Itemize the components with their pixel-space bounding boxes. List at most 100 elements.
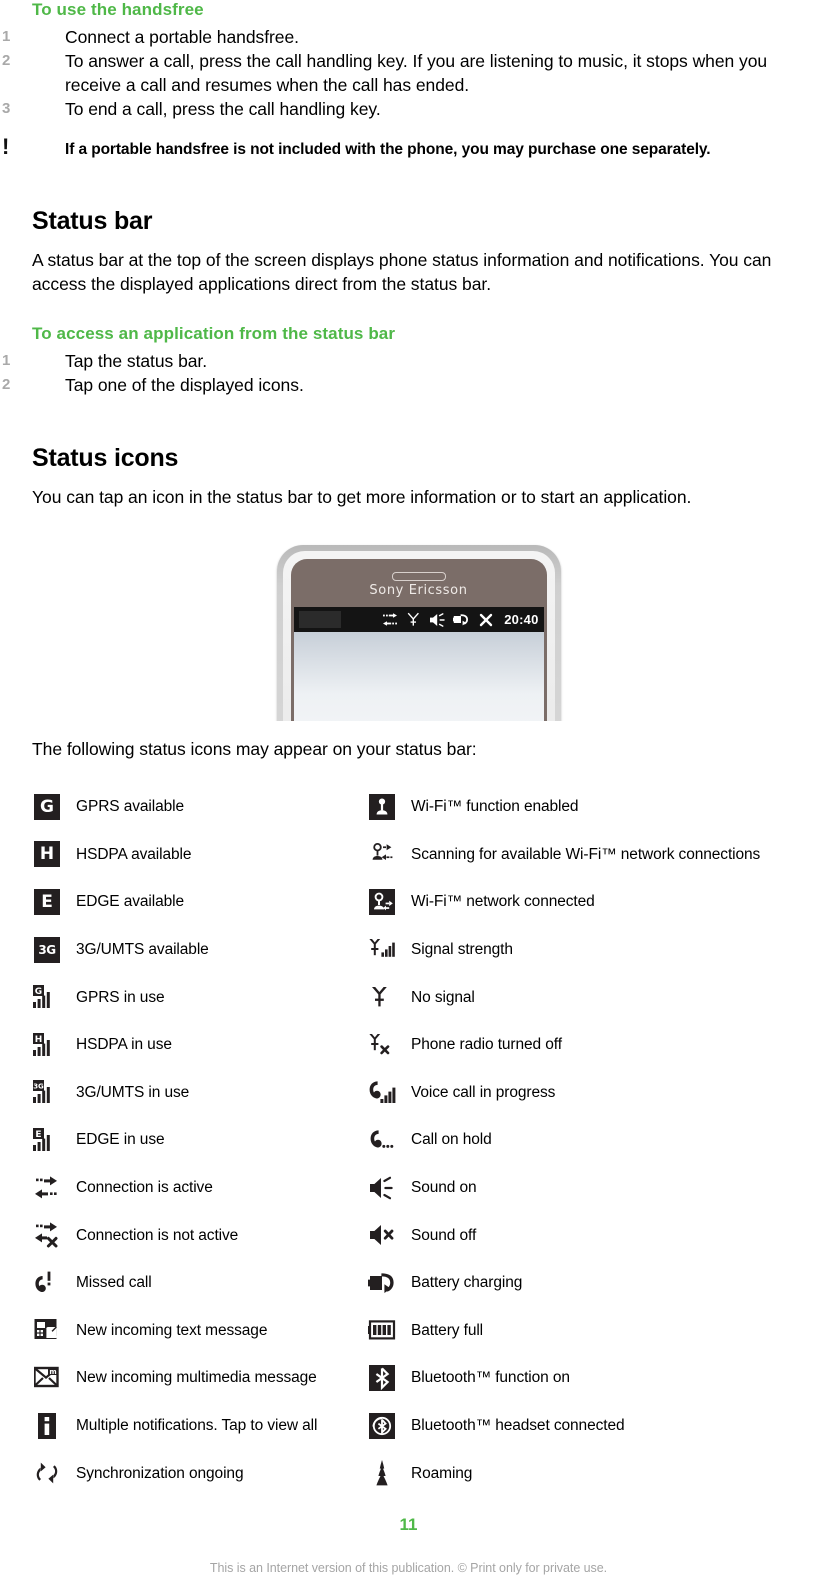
synchronization-ongoing-icon <box>32 1458 62 1488</box>
no-signal-icon <box>367 982 397 1012</box>
gprs-available-icon: G <box>32 792 62 822</box>
list-item: Connection is active <box>32 1164 367 1212</box>
list-item: E EDGE in use <box>32 1116 367 1164</box>
list-item: New incoming text message <box>32 1307 367 1355</box>
svg-text:G: G <box>35 987 42 997</box>
phone-status-bar[interactable]: 20:40 <box>293 607 544 632</box>
list-item: Wi-Fi™ function enabled <box>367 783 805 831</box>
status-bar-body: A status bar at the top of the screen di… <box>32 250 772 294</box>
status-bar-procedure-heading: To access an application from the status… <box>32 324 396 343</box>
multiple-notifications-icon <box>32 1411 62 1441</box>
edge-available-icon: E <box>32 887 62 917</box>
list-item: H HSDPA available <box>32 831 367 879</box>
legend-label: Synchronization ongoing <box>76 1464 244 1482</box>
list-item: 3 To end a call, press the call handling… <box>2 97 805 121</box>
step-number: 1 <box>2 352 11 369</box>
missed-call-icon <box>32 1268 62 1298</box>
sound-off-icon <box>367 1220 397 1250</box>
list-item: Multiple notifications. Tap to view all <box>32 1402 367 1450</box>
legend-label: No signal <box>411 988 475 1006</box>
wifi-connected-icon <box>367 887 397 917</box>
3g-umts-available-glyph: 3G <box>34 936 60 963</box>
footer-disclaimer: This is an Internet version of this publ… <box>209 1561 608 1575</box>
legend-label: Connection is active <box>76 1179 213 1197</box>
legend-label: HSDPA in use <box>76 1036 172 1054</box>
list-item: Roaming <box>367 1449 805 1497</box>
hsdpa-in-use-icon: H <box>32 1030 62 1060</box>
legend-label: GPRS in use <box>76 988 165 1006</box>
list-item: Connection is not active <box>32 1211 367 1259</box>
svg-text:m: m <box>49 1368 56 1376</box>
page-title-status-icons: Status icons <box>32 444 179 472</box>
legend-label: GPRS available <box>76 798 185 816</box>
phone-radio-off-icon <box>367 1030 397 1060</box>
3g-umts-in-use-icon: 3G <box>32 1077 62 1107</box>
list-item: G GPRS in use <box>32 973 367 1021</box>
step-text: Connect a portable handsfree. <box>65 27 299 47</box>
svg-text:3G: 3G <box>33 1083 44 1091</box>
status-bar-left-tile <box>298 611 341 628</box>
step-number: 2 <box>2 376 11 393</box>
voice-call-in-progress-icon <box>367 1077 397 1107</box>
legend-label: Missed call <box>76 1274 152 1292</box>
new-multimedia-message-icon: m <box>32 1363 62 1393</box>
list-item: Missed call <box>32 1259 367 1307</box>
list-item: Phone radio turned off <box>367 1021 805 1069</box>
legend-label: Bluetooth™ function on <box>411 1369 570 1387</box>
3g-umts-available-icon: 3G <box>32 935 62 965</box>
call-on-hold-icon <box>367 1125 397 1155</box>
legend-label: Voice call in progress <box>411 1083 556 1101</box>
list-item: Synchronization ongoing <box>32 1449 367 1497</box>
list-item: Signal strength <box>367 926 805 974</box>
step-number: 1 <box>2 28 11 45</box>
bluetooth-headset-icon <box>367 1411 397 1441</box>
svg-text:E: E <box>35 1130 41 1140</box>
legend-label: Battery charging <box>411 1274 523 1292</box>
status-icon-legend: G GPRS available Wi-Fi™ function enabled… <box>32 783 805 1497</box>
legend-label: Call on hold <box>411 1131 492 1149</box>
list-item: No signal <box>367 973 805 1021</box>
status-bar-clock: 20:40 <box>504 612 539 627</box>
svg-text:H: H <box>35 1035 43 1045</box>
list-item: 2 To answer a call, press the call handl… <box>2 49 805 97</box>
phone-illustration: Sony Ericsson 20:40 <box>32 539 805 721</box>
list-item: Call on hold <box>367 1116 805 1164</box>
handsfree-procedure-heading: To use the handsfree <box>32 0 204 19</box>
no-signal-icon <box>405 611 422 628</box>
list-item: H HSDPA in use <box>32 1021 367 1069</box>
connection-not-active-icon <box>32 1220 62 1250</box>
brand-label: Sony Ericsson <box>369 583 468 598</box>
legend-label: Wi-Fi™ function enabled <box>411 798 579 816</box>
tip-note: ! If a portable handsfree is not include… <box>2 135 805 160</box>
legend-label: Signal strength <box>411 941 513 959</box>
status-bar-steps: 1 Tap the status bar. 2 Tap one of the d… <box>2 349 805 397</box>
connection-active-icon <box>32 1173 62 1203</box>
legend-label: New incoming text message <box>76 1321 268 1339</box>
list-item: 1 Tap the status bar. <box>2 349 805 373</box>
list-item: 1 Connect a portable handsfree. <box>2 25 805 49</box>
legend-label: Multiple notifications. Tap to view all <box>76 1417 318 1435</box>
list-item: 3G 3G/UMTS available <box>32 926 367 974</box>
list-item: Battery full <box>367 1307 805 1355</box>
step-text: To end a call, press the call handling k… <box>65 99 381 119</box>
step-text: Tap the status bar. <box>65 351 208 371</box>
signal-strength-icon <box>367 935 397 965</box>
step-text: To answer a call, press the call handlin… <box>65 51 768 95</box>
list-item: Bluetooth™ function on <box>367 1354 805 1402</box>
sound-on-icon <box>367 1173 397 1203</box>
new-text-message-icon <box>32 1315 62 1345</box>
legend-label: Sound on <box>411 1179 477 1197</box>
battery-full-icon <box>367 1315 397 1345</box>
close-x-icon[interactable] <box>477 611 494 628</box>
tip-text: If a portable handsfree is not included … <box>65 141 711 158</box>
sound-on-icon <box>429 611 446 628</box>
list-item: Sound on <box>367 1164 805 1212</box>
legend-label: New incoming multimedia message <box>76 1369 317 1387</box>
roaming-icon <box>367 1458 397 1488</box>
list-item: Voice call in progress <box>367 1069 805 1117</box>
hsdpa-available-glyph: H <box>34 841 60 868</box>
list-item: Bluetooth™ headset connected <box>367 1402 805 1450</box>
connection-active-icon <box>381 611 398 628</box>
step-text: Tap one of the displayed icons. <box>65 375 304 395</box>
list-item: 3G 3G/UMTS in use <box>32 1069 367 1117</box>
